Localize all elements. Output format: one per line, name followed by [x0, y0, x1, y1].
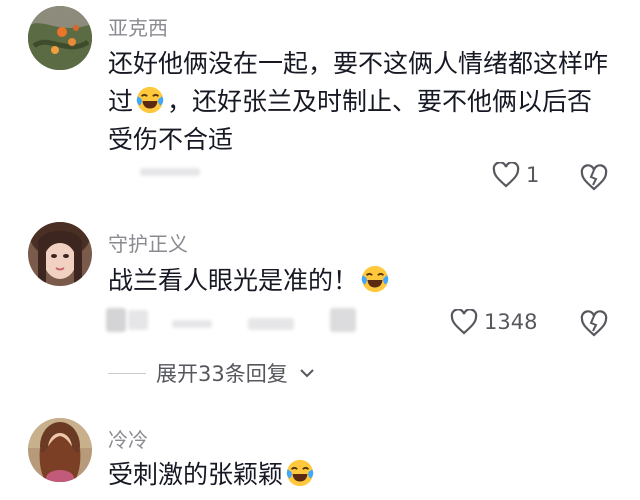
- chevron-down-icon: [300, 369, 314, 378]
- broken-heart-icon[interactable]: [580, 310, 608, 338]
- obscured-meta: [128, 310, 148, 330]
- heart-icon: [492, 162, 520, 188]
- comment-text-part: 受刺激的张颖颖: [108, 460, 284, 489]
- obscured-meta: [140, 168, 200, 176]
- expand-replies-button[interactable]: 展开33条回复: [108, 358, 316, 388]
- comment-text: 受刺激的张颖颖: [108, 456, 608, 494]
- obscured-meta: [330, 308, 356, 332]
- comment-text-part: 战兰看人眼光是准的！: [108, 266, 359, 295]
- like-button[interactable]: 1348: [450, 309, 537, 335]
- like-button[interactable]: 1: [492, 162, 539, 188]
- avatar[interactable]: [28, 418, 92, 482]
- expand-replies-label: 展开33条回复: [156, 362, 288, 386]
- avatar[interactable]: [28, 222, 92, 286]
- obscured-meta: [172, 320, 212, 328]
- obscured-meta: [106, 308, 126, 332]
- laughing-crying-emoji-icon: [361, 265, 389, 293]
- divider: [108, 372, 146, 374]
- username[interactable]: 守护正义: [108, 228, 188, 257]
- broken-heart-icon[interactable]: [580, 164, 608, 192]
- like-count: 1348: [484, 310, 538, 334]
- comment-text-part: ，还好张兰及时制止、要不他俩以后否受伤不合适: [108, 87, 593, 154]
- avatar[interactable]: [28, 6, 92, 70]
- comment-text: 还好他俩没在一起，要不这俩人情绪都这样咋过 ，还好张兰及时制止、要不他俩以后否受…: [108, 45, 608, 159]
- username[interactable]: 冷冷: [108, 424, 148, 453]
- like-count: 1: [526, 163, 540, 187]
- obscured-meta: [248, 318, 294, 330]
- laughing-crying-emoji-icon: [286, 459, 314, 487]
- username[interactable]: 亚克西: [108, 12, 168, 41]
- laughing-crying-emoji-icon: [136, 86, 164, 114]
- heart-icon: [450, 309, 478, 335]
- comment-text: 战兰看人眼光是准的！: [108, 262, 608, 300]
